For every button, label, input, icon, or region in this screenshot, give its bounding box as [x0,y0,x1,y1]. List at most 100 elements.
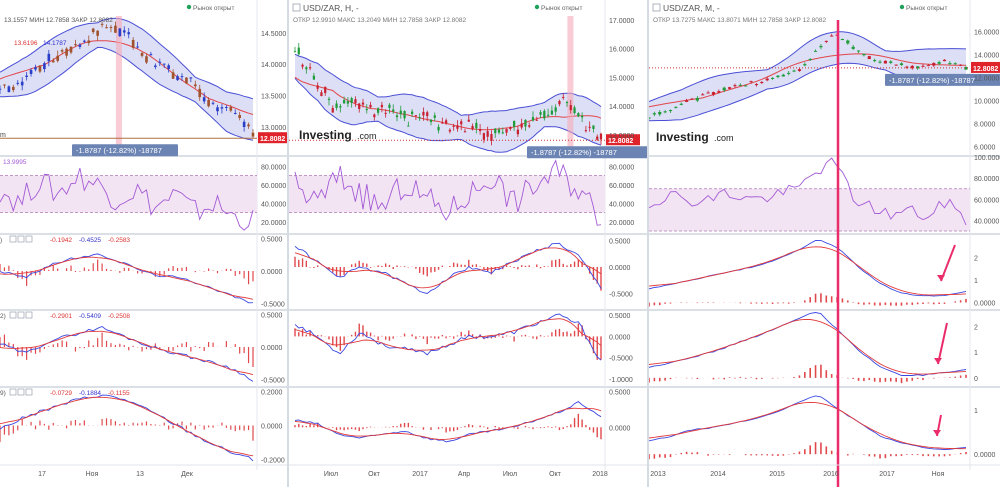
indicator-control-icon[interactable] [25,388,33,396]
candle[interactable] [728,87,732,89]
candle[interactable] [216,107,219,112]
candle[interactable] [846,40,850,44]
candle[interactable] [528,125,531,127]
candle[interactable] [369,104,372,108]
candle[interactable] [83,40,86,42]
candle[interactable] [118,28,122,37]
candle[interactable] [145,56,148,63]
candle[interactable] [550,110,554,115]
candle[interactable] [813,50,818,52]
chart-panel-monthly[interactable]: 12.8082 -1.8787 (-12.82%) -18787 Investing… [649,0,1000,487]
candle[interactable] [335,103,338,108]
candle[interactable] [792,70,796,72]
candle[interactable] [744,85,748,87]
candle[interactable] [403,111,406,119]
candle[interactable] [238,114,241,118]
chart-svg[interactable]: 12.8082 -1.8787 (-12.82%) -18787 13.1557 М… [0,0,287,487]
candle[interactable] [505,128,508,133]
candle[interactable] [478,129,482,132]
candle[interactable] [937,62,941,64]
candle[interactable] [738,84,742,86]
candle[interactable] [588,126,591,128]
candle[interactable] [749,81,753,83]
candle[interactable] [316,85,319,89]
candle[interactable] [494,128,497,134]
candle[interactable] [320,92,323,97]
chart-panel-weekly[interactable]: 12.8082 -1.8787 (-12.82%) -18787 Investing… [289,0,647,487]
candle[interactable] [851,46,855,49]
chart-panel-daily[interactable]: 12.8082 -1.8787 (-12.82%) -18787 13.1557 М… [0,0,287,487]
candle[interactable] [426,112,429,117]
candle[interactable] [202,97,206,102]
candle[interactable] [407,125,410,127]
square-icon[interactable] [652,3,661,12]
candle[interactable] [948,63,952,65]
candle[interactable] [448,129,452,132]
candle[interactable] [959,64,963,66]
candle[interactable] [395,115,399,118]
candle[interactable] [452,125,455,127]
candle[interactable] [562,97,565,99]
candle[interactable] [674,106,678,108]
candle[interactable] [189,77,193,79]
candle[interactable] [167,65,170,69]
candle[interactable] [830,35,834,37]
candle[interactable] [475,122,478,129]
candle[interactable] [942,59,947,62]
candle[interactable] [3,84,6,86]
candle[interactable] [565,102,569,104]
candle[interactable] [29,70,33,74]
candle[interactable] [301,64,304,67]
candle[interactable] [520,123,523,128]
candle[interactable] [193,84,197,87]
candle[interactable] [497,129,501,133]
candle[interactable] [558,100,561,105]
candle[interactable] [840,39,845,41]
candle[interactable] [754,84,759,86]
candle[interactable] [580,115,584,118]
candle[interactable] [905,66,909,68]
indicator-control-icon[interactable] [25,311,33,319]
candle[interactable] [34,67,37,70]
candle[interactable] [105,27,108,29]
candle[interactable] [873,60,877,62]
candle[interactable] [154,65,157,68]
candle[interactable] [776,75,780,78]
candle[interactable] [695,97,699,101]
candle[interactable] [894,64,898,66]
candle[interactable] [711,92,716,95]
candle[interactable] [185,77,188,84]
candle[interactable] [569,105,572,111]
candle[interactable] [733,85,737,87]
candle[interactable] [350,98,353,103]
candle[interactable] [787,72,791,74]
candle[interactable] [524,119,527,127]
candle[interactable] [233,112,237,114]
candle[interactable] [685,100,689,102]
candle[interactable] [38,65,42,72]
candle[interactable] [25,75,28,78]
candle[interactable] [803,64,807,66]
candle[interactable] [652,113,656,115]
candle[interactable] [706,92,710,94]
candle[interactable] [122,30,126,33]
candle[interactable] [43,63,46,70]
candle[interactable] [380,104,384,108]
candle[interactable] [60,50,64,52]
candle[interactable] [444,120,448,124]
candle[interactable] [220,107,224,109]
candle[interactable] [149,54,153,56]
candle[interactable] [312,75,316,80]
candle[interactable] [471,125,474,130]
candle[interactable] [100,23,104,25]
indicator-control-icon[interactable] [25,235,33,243]
candle[interactable] [308,67,312,69]
candle[interactable] [584,130,588,132]
candle[interactable] [225,106,228,108]
candle[interactable] [862,53,866,56]
candle[interactable] [91,28,95,33]
candle[interactable] [16,82,20,84]
candle[interactable] [456,125,459,129]
candle[interactable] [158,61,162,63]
candle[interactable] [297,47,300,55]
